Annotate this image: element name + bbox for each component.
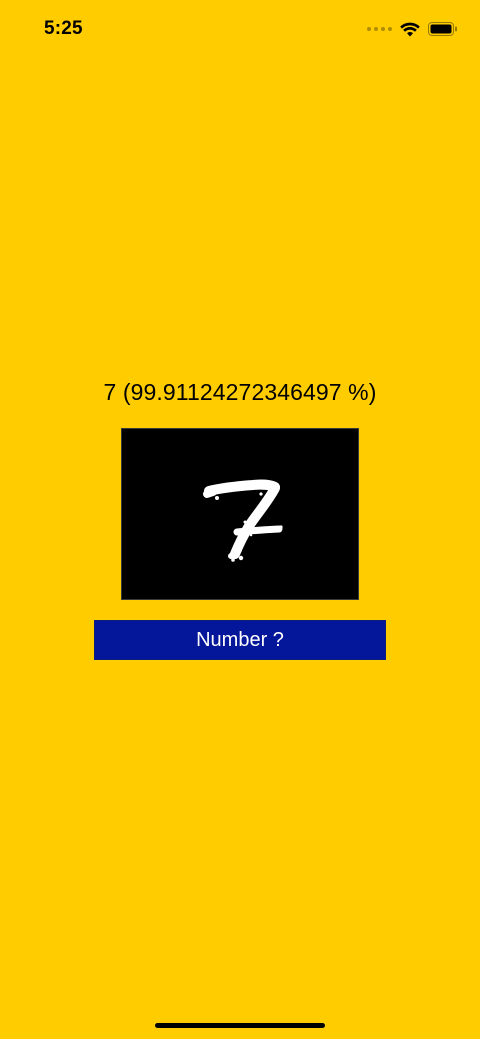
status-time: 5:25	[44, 18, 83, 39]
handwritten-seven-drawing	[203, 479, 283, 562]
cellular-dots-icon	[367, 19, 392, 39]
wifi-icon	[400, 21, 420, 37]
drawing-canvas[interactable]	[121, 428, 359, 600]
prediction-label: 7 (99.91124272346497 %)	[103, 379, 377, 405]
predict-number-button-label: Number ?	[196, 628, 284, 651]
battery-icon	[428, 22, 458, 36]
home-indicator[interactable]	[155, 1023, 325, 1028]
status-icons	[367, 19, 458, 39]
predict-number-button[interactable]: Number ?	[94, 620, 386, 660]
